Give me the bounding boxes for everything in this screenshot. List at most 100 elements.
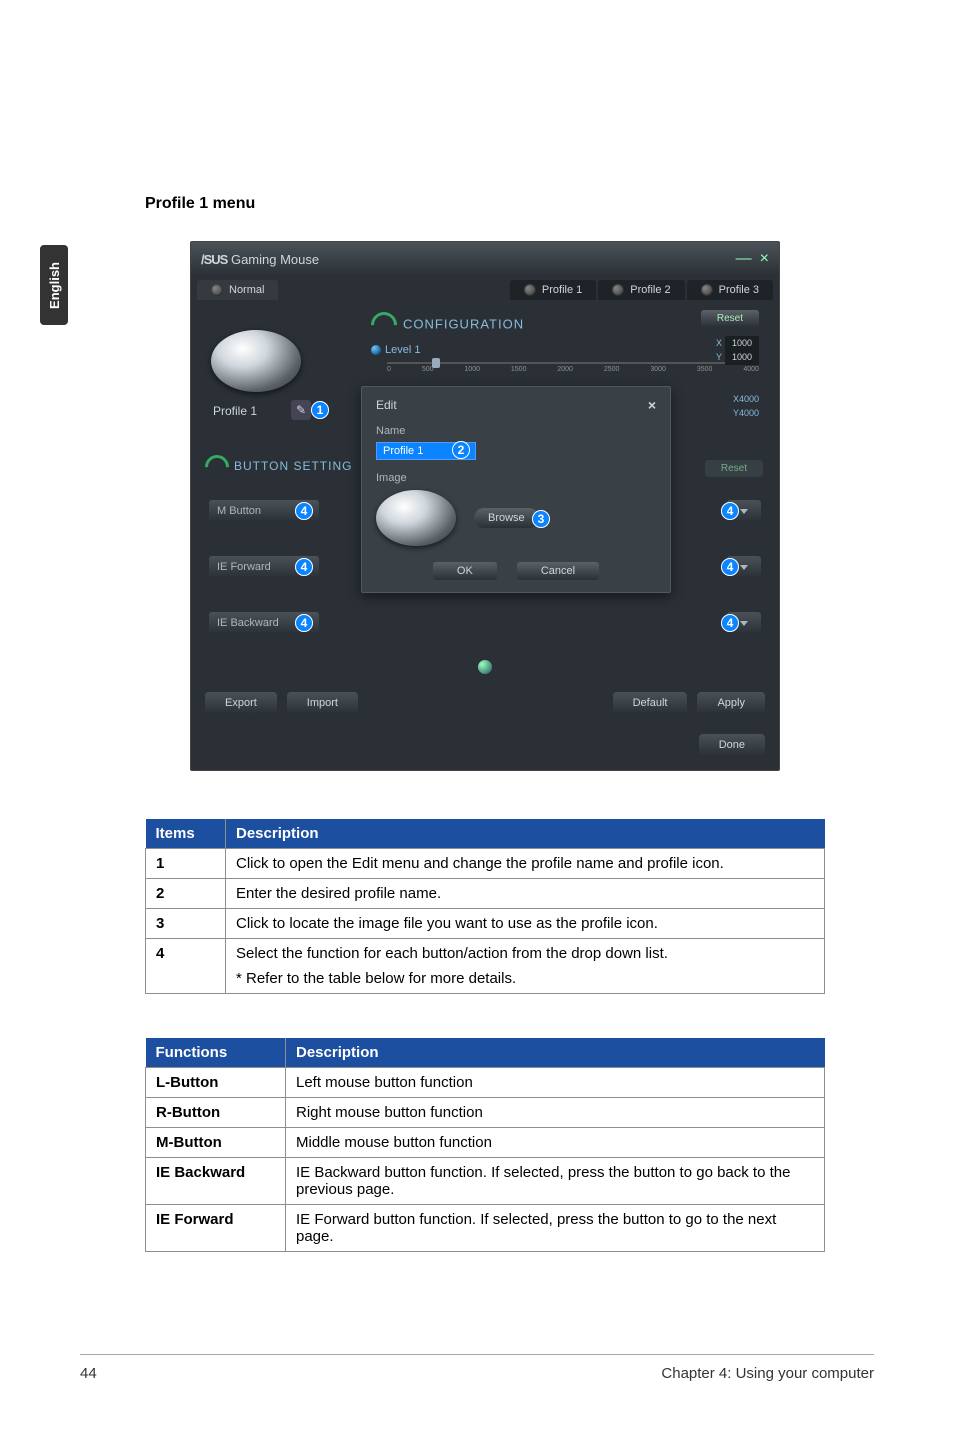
tick: 0 [387, 366, 391, 373]
apply-button[interactable]: Apply [697, 692, 765, 714]
tab-p3-label: Profile 3 [719, 284, 759, 296]
callout-4d: 4 [721, 558, 739, 576]
cell: 4 [146, 939, 226, 994]
dpi-slider[interactable] [387, 362, 759, 364]
ok-button[interactable]: OK [433, 562, 497, 580]
th-description: Description [226, 819, 825, 849]
table-row: 4 Select the function for each button/act… [146, 939, 825, 994]
th-description: Description [286, 1038, 825, 1068]
cell: Select the function for each button/acti… [226, 939, 825, 994]
callout-1: 1 [311, 401, 329, 419]
cell: 2 [146, 879, 226, 909]
tick: 4000 [743, 366, 759, 373]
export-button[interactable]: Export [205, 692, 277, 714]
cell: Enter the desired profile name. [226, 879, 825, 909]
window-title: Gaming Mouse [231, 252, 319, 267]
callout-4f: 4 [721, 614, 739, 632]
cell: IE Forward [146, 1205, 286, 1252]
ieforward-label: IE Forward [217, 561, 271, 573]
popup-title: Edit [376, 398, 397, 412]
slider-knob[interactable] [432, 358, 440, 368]
cell: 3 [146, 909, 226, 939]
slider-ticks: 0 500 1000 1500 2000 2500 3000 3500 4000 [387, 366, 759, 373]
cell: IE Forward button function. If selected,… [286, 1205, 825, 1252]
th-functions: Functions [146, 1038, 286, 1068]
tick: 1000 [464, 366, 480, 373]
reset-button-1[interactable]: Reset [701, 310, 759, 327]
bottom-bar: Export Import Default Apply [205, 692, 765, 714]
tab-p1-label: Profile 1 [542, 284, 582, 296]
tab-bar: Normal Profile 1 Profile 2 Profile 3 [191, 280, 779, 300]
profile-name-label: Profile 1 [213, 404, 257, 418]
page-footer: 44 Chapter 4: Using your computer [80, 1354, 874, 1382]
cell: Click to open the Edit menu and change t… [226, 849, 825, 879]
mouse-icon [524, 284, 536, 296]
configuration-label: CONFIGURATION [371, 312, 524, 338]
cell: Click to locate the image file you want … [226, 909, 825, 939]
table-row: 2Enter the desired profile name. [146, 879, 825, 909]
reset-button-2[interactable]: Reset [705, 460, 763, 477]
items-table: Items Description 1Click to open the Edi… [145, 819, 825, 994]
mouse-icon [612, 284, 624, 296]
cell: IE Backward button function. If selected… [286, 1158, 825, 1205]
table-row: 3Click to locate the image file you want… [146, 909, 825, 939]
cell: IE Backward [146, 1158, 286, 1205]
table-row: IE BackwardIE Backward button function. … [146, 1158, 825, 1205]
scroll-indicator-icon [478, 660, 492, 674]
mouse-icon [211, 284, 223, 296]
tick: 3000 [650, 366, 666, 373]
edit-popup: Edit × Name 2 Image Browse 3 OK [361, 386, 671, 593]
level-label: Level 1 [371, 344, 759, 356]
language-side-tab: English [40, 245, 68, 325]
cell: R-Button [146, 1098, 286, 1128]
level-text: Level 1 [385, 344, 420, 356]
callout-3: 3 [532, 510, 550, 528]
table-row: L-ButtonLeft mouse button function [146, 1068, 825, 1098]
mouse-icon [701, 284, 713, 296]
default-button[interactable]: Default [613, 692, 688, 714]
callout-4e: 4 [295, 614, 313, 632]
browse-button[interactable]: Browse [474, 508, 539, 528]
tab-profile-1[interactable]: Profile 1 [510, 280, 596, 300]
close-icon[interactable]: × [760, 250, 769, 268]
x-value: 1000 [725, 336, 759, 350]
tick: 2000 [557, 366, 573, 373]
table-row: 1Click to open the Edit menu and change … [146, 849, 825, 879]
tab-normal[interactable]: Normal [197, 280, 278, 300]
import-button[interactable]: Import [287, 692, 358, 714]
chapter-label: Chapter 4: Using your computer [661, 1365, 874, 1382]
xy-readout-1: X1000 Y1000 [716, 336, 759, 365]
xy-readout-2: X4000 Y4000 [733, 392, 759, 421]
callout-4b: 4 [721, 502, 739, 520]
functions-table: Functions Description L-ButtonLeft mouse… [145, 1038, 825, 1252]
cell: Right mouse button function [286, 1098, 825, 1128]
cell-line: Select the function for each button/acti… [236, 945, 814, 962]
page-number: 44 [80, 1365, 97, 1382]
mbutton-label: M Button [217, 505, 261, 517]
callout-2: 2 [452, 441, 470, 459]
cell-line: * Refer to the table below for more deta… [236, 970, 814, 987]
done-button[interactable]: Done [699, 734, 765, 756]
titlebar: /SUS Gaming Mouse — × [191, 242, 779, 276]
cell: L-Button [146, 1068, 286, 1098]
profile-thumbnail [211, 330, 301, 392]
tick: 2500 [604, 366, 620, 373]
edit-profile-button[interactable]: ✎ [291, 400, 311, 420]
cell: M-Button [146, 1128, 286, 1158]
tab-profile-3[interactable]: Profile 3 [687, 280, 773, 300]
x-value: 4000 [739, 394, 759, 404]
tab-p2-label: Profile 2 [630, 284, 670, 296]
minimize-icon[interactable]: — [736, 250, 752, 268]
chevron-down-icon [740, 565, 748, 570]
chevron-down-icon [740, 621, 748, 626]
tab-profile-2[interactable]: Profile 2 [598, 280, 684, 300]
language-label: English [47, 262, 62, 309]
cancel-button[interactable]: Cancel [517, 562, 599, 580]
dpi-slider-area: Level 1 0 500 1000 1500 2000 2500 3000 3… [371, 344, 759, 373]
y-value: 4000 [739, 408, 759, 418]
popup-close-icon[interactable]: × [648, 397, 656, 413]
callout-4c: 4 [295, 558, 313, 576]
table-row: IE ForwardIE Forward button function. If… [146, 1205, 825, 1252]
th-items: Items [146, 819, 226, 849]
image-field-label: Image [376, 472, 656, 484]
